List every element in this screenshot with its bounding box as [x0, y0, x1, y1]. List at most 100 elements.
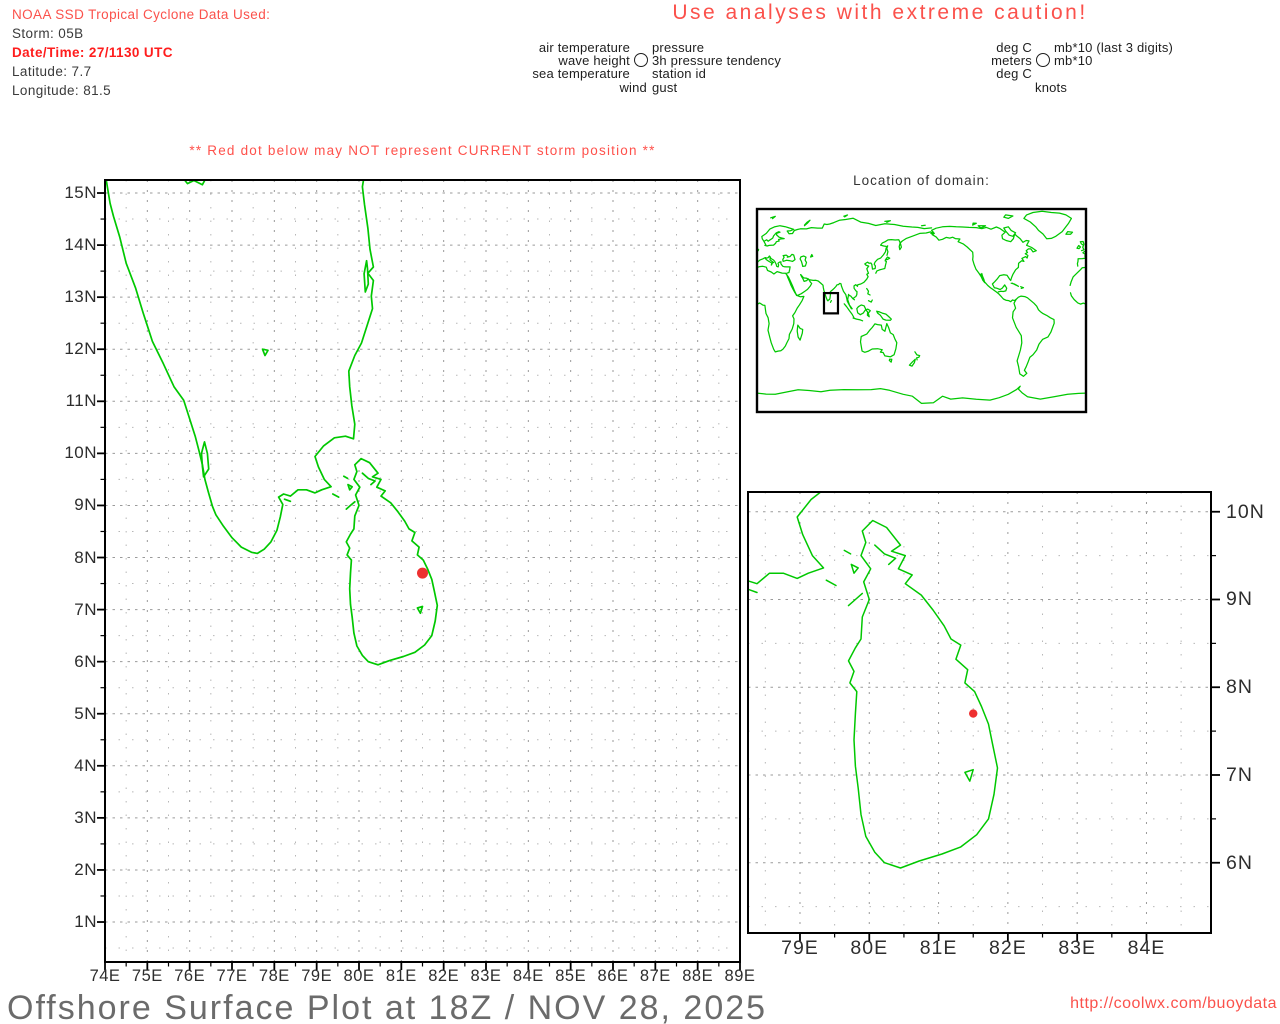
coastline — [811, 255, 813, 258]
coastline — [826, 580, 836, 585]
main-map-x-tick-label: 75E — [123, 967, 171, 986]
coastline — [1004, 227, 1016, 237]
station-model-legend: air temperaturepressurewave height3h pre… — [428, 40, 892, 93]
main-map-y-tick-label: 14N — [51, 235, 97, 255]
main-map-y-tick-label: 7N — [51, 600, 97, 620]
coastline — [364, 261, 368, 292]
main-map-y-tick-label: 2N — [51, 860, 97, 880]
legend-left-label: wind — [619, 80, 647, 95]
coastline — [861, 324, 897, 357]
coastline — [849, 593, 863, 605]
zoom-map-y-tick-label: 6N — [1226, 852, 1253, 875]
main-map-x-tick-label: 79E — [293, 967, 341, 986]
main-map-y-tick-label: 12N — [51, 339, 97, 359]
coastline — [851, 564, 858, 573]
main-map-y-tick-label: 6N — [51, 652, 97, 672]
coastline — [877, 311, 892, 320]
coastline — [844, 304, 854, 318]
main-map-y-tick-label: 15N — [51, 183, 97, 203]
coastline — [757, 256, 774, 265]
zoom-map-y-tick-label: 9N — [1226, 588, 1253, 611]
coastline — [106, 176, 374, 553]
coastline — [1077, 246, 1081, 249]
legend-row: air temperaturepressure — [428, 40, 892, 53]
main-map-x-tick-label: 83E — [462, 967, 510, 986]
coastline — [889, 359, 892, 362]
coastline — [346, 459, 437, 665]
legend-right-label: knots — [1035, 80, 1067, 95]
main-map-x-tick-label: 76E — [166, 967, 214, 986]
storm-datetime-line: Date/Time: 27/1130 UTC — [12, 43, 173, 62]
coastline — [333, 494, 339, 497]
coastline — [1071, 293, 1087, 304]
zoom-map-x-tick-label: 84E — [1118, 937, 1174, 960]
main-map-y-tick-label: 8N — [51, 548, 97, 568]
coastline — [285, 499, 291, 501]
coastline — [866, 309, 870, 317]
main-map-x-tick-label: 81E — [377, 967, 425, 986]
station-circle-icon — [1036, 53, 1050, 67]
zoom-map-y-tick-label: 7N — [1226, 764, 1253, 787]
world-location-map — [757, 209, 1086, 412]
main-map-y-tick-label: 13N — [51, 287, 97, 307]
main-map-x-tick-label: 82E — [420, 967, 468, 986]
coastline — [922, 225, 926, 226]
main-map-y-tick-label: 10N — [51, 443, 97, 463]
main-map-x-tick-label: 77E — [208, 967, 256, 986]
coastline — [757, 266, 804, 352]
zoom-map-x-tick-label: 81E — [911, 937, 967, 960]
coastline — [1077, 258, 1085, 266]
coastline — [783, 254, 795, 261]
coastline — [263, 349, 269, 355]
coastline — [981, 274, 985, 283]
main-map-x-tick-label: 78E — [250, 967, 298, 986]
coastline — [348, 485, 352, 490]
coastline — [857, 305, 866, 315]
storm-position-dot — [969, 709, 977, 717]
coastline — [1066, 232, 1073, 235]
legend-row: deg Cmb*10 (last 3 digits) — [878, 40, 1280, 53]
zoomed-domain-map — [748, 492, 1211, 933]
coastline — [362, 473, 375, 484]
coastline — [1011, 283, 1018, 286]
coastline — [844, 550, 850, 554]
coastline — [801, 231, 934, 308]
zoom-map-x-tick-label: 79E — [772, 937, 828, 960]
coastline — [876, 261, 887, 273]
legend-right-label: knots — [1054, 80, 1280, 95]
main-map-y-tick-label: 3N — [51, 808, 97, 828]
map-frame — [748, 492, 1211, 933]
legend-right-label: gust — [652, 80, 892, 95]
storm-position-dot — [417, 568, 428, 579]
zoom-map-y-tick-label: 8N — [1226, 676, 1253, 699]
main-surface-map — [105, 180, 740, 962]
coastline — [869, 300, 873, 302]
storm-latitude-line: Latitude: 7.7 — [12, 62, 92, 81]
coastline — [1080, 242, 1084, 251]
main-map-y-tick-label: 1N — [51, 912, 97, 932]
coastline — [1021, 287, 1024, 289]
main-map-y-tick-label: 11N — [51, 391, 97, 411]
coastline — [757, 386, 1086, 403]
coastline — [909, 359, 915, 366]
coastline — [887, 246, 888, 256]
main-map-y-tick-label: 9N — [51, 495, 97, 515]
main-map-x-tick-label: 86E — [589, 967, 637, 986]
red-dot-warning: ** Red dot below may NOT represent CURRE… — [105, 143, 740, 158]
station-circle-icon — [634, 53, 648, 67]
zoom-map-y-tick-label: 10N — [1226, 501, 1265, 524]
coastline — [762, 218, 932, 246]
coastline — [800, 256, 806, 266]
legend-row: metersmb*10 — [878, 53, 1280, 66]
map-frame — [757, 209, 1086, 412]
coastline — [344, 476, 348, 478]
main-map-x-tick-label: 87E — [631, 967, 679, 986]
main-map-x-tick-label: 74E — [81, 967, 129, 986]
units-legend: deg Cmb*10 (last 3 digits)metersmb*10deg… — [878, 40, 1280, 93]
coastline — [885, 221, 891, 223]
coastline — [771, 216, 776, 218]
main-map-x-tick-label: 80E — [335, 967, 383, 986]
coastline — [770, 257, 791, 273]
zoom-map-x-tick-label: 83E — [1049, 937, 1105, 960]
legend-left-label — [878, 80, 1032, 95]
